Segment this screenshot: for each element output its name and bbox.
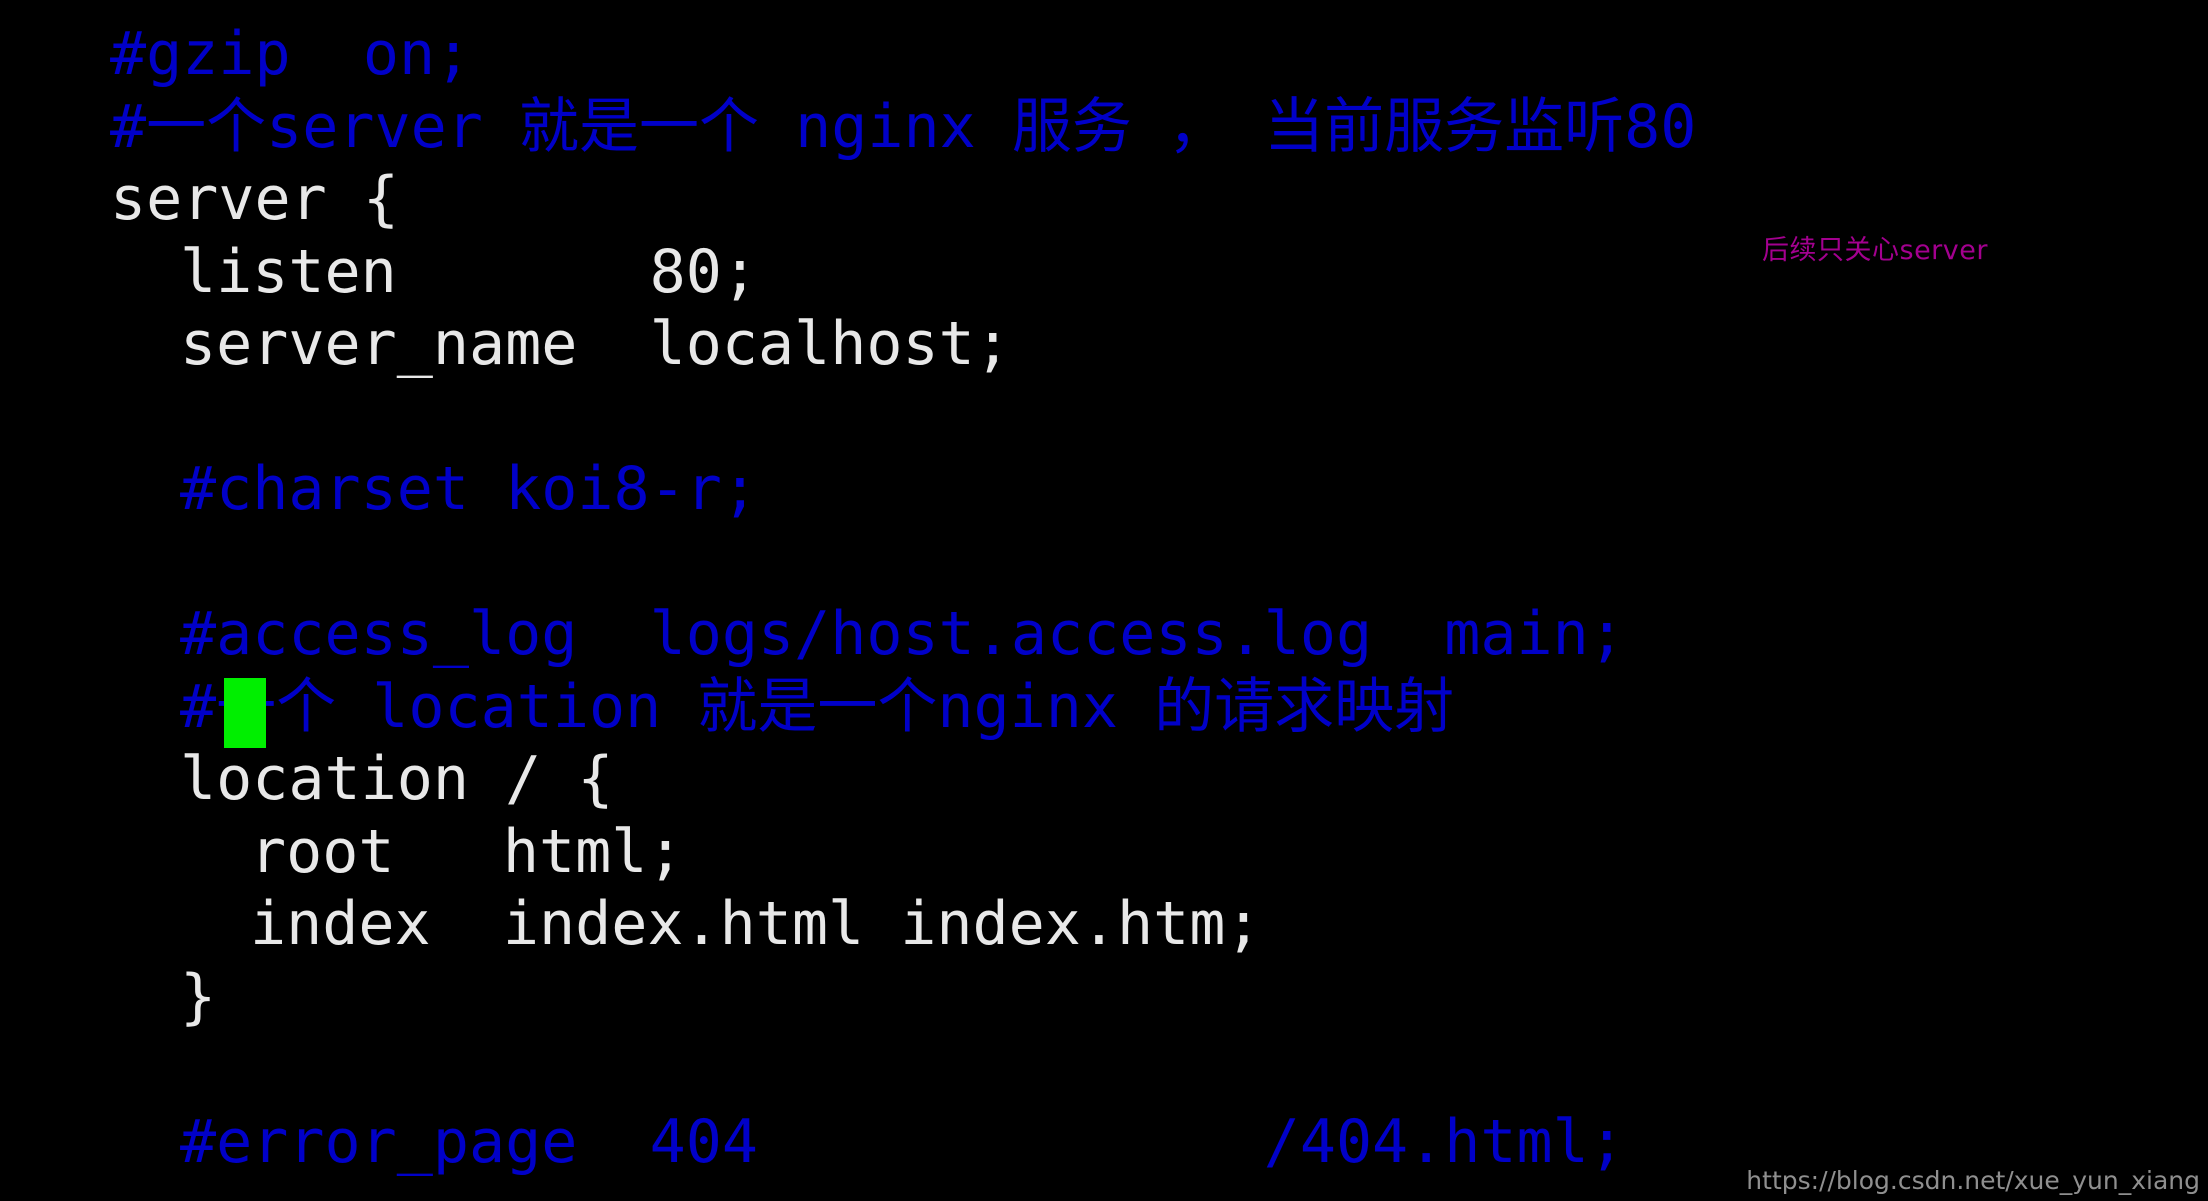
annotation-note: 后续只关心server	[1762, 235, 1988, 266]
code-token: server {	[110, 164, 399, 234]
code-line[interactable]	[0, 1033, 2208, 1106]
code-comment: #一个 location 就是一个nginx 的请求映射	[180, 671, 1455, 742]
code-line[interactable]: root html;	[0, 816, 2208, 889]
code-line[interactable]	[0, 526, 2208, 599]
code-line[interactable]: #gzip on;	[0, 18, 2208, 91]
code-token: root html;	[250, 816, 684, 887]
code-line[interactable]: index index.html index.htm;	[0, 888, 2208, 961]
code-token: index index.html index.htm;	[250, 889, 1262, 959]
code-line[interactable]: #access_log logs/host.access.log main;	[0, 598, 2208, 671]
code-line[interactable]: #一个 location 就是一个nginx 的请求映射	[0, 671, 2208, 744]
code-line[interactable]: location / {	[0, 743, 2208, 816]
code-token: location / {	[180, 744, 614, 814]
code-token: listen 80;	[180, 236, 758, 307]
nginx-config-code-area[interactable]: #gzip on; #一个server 就是一个 nginx 服务 ， 当前服务监…	[0, 0, 2208, 1178]
code-line[interactable]: server {	[0, 163, 2208, 236]
code-comment: #charset koi8-r;	[180, 454, 758, 524]
code-line[interactable]: server_name localhost;	[0, 308, 2208, 381]
code-comment: #error_page 404 /404.html;	[180, 1106, 1625, 1177]
code-comment: #access_log logs/host.access.log main;	[180, 599, 1625, 669]
code-line[interactable]: #一个server 就是一个 nginx 服务 ， 当前服务监听80	[0, 91, 2208, 164]
code-line[interactable]	[0, 381, 2208, 454]
code-token: }	[180, 961, 217, 1032]
code-comment: #gzip on;	[110, 19, 472, 89]
block-cursor	[224, 678, 266, 748]
code-comment: #一个server 就是一个 nginx 服务 ， 当前服务监听80	[110, 91, 1697, 162]
watermark-url: https://blog.csdn.net/xue_yun_xiang	[1746, 1166, 2200, 1195]
terminal-screen: #gzip on; #一个server 就是一个 nginx 服务 ， 当前服务监…	[0, 0, 2208, 1201]
code-token: server_name localhost;	[180, 309, 1011, 379]
code-line[interactable]: #charset koi8-r;	[0, 453, 2208, 526]
code-line[interactable]: }	[0, 961, 2208, 1034]
